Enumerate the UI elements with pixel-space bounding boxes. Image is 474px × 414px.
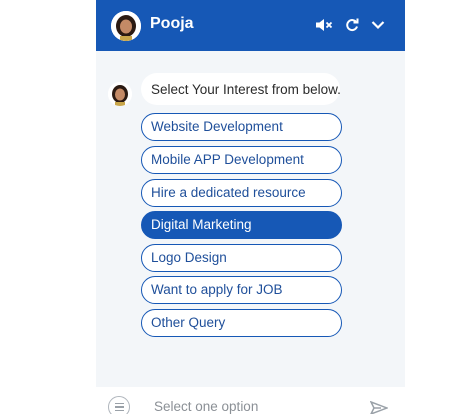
chat-input-bar: Select one option — [96, 387, 405, 414]
chevron-down-icon[interactable] — [368, 15, 388, 35]
chat-header: Pooja — [96, 0, 405, 51]
option-hire-dedicated-resource[interactable]: Hire a dedicated resource — [141, 179, 342, 207]
bot-message-bubble: Select Your Interest from below. — [141, 73, 341, 105]
chat-widget: Pooja Select Your Interest from below. W… — [96, 0, 405, 414]
refresh-icon[interactable] — [342, 15, 362, 35]
option-logo-design[interactable]: Logo Design — [141, 244, 342, 272]
option-website-development[interactable]: Website Development — [141, 113, 342, 141]
agent-name: Pooja — [150, 15, 194, 32]
send-icon[interactable] — [369, 400, 390, 414]
agent-avatar — [111, 11, 141, 41]
chat-input[interactable]: Select one option — [154, 399, 258, 414]
menu-icon[interactable] — [108, 396, 130, 414]
option-other-query[interactable]: Other Query — [141, 309, 342, 337]
option-mobile-app-development[interactable]: Mobile APP Development — [141, 146, 342, 174]
bot-avatar — [108, 82, 132, 106]
mute-icon[interactable] — [314, 15, 334, 35]
option-apply-for-job[interactable]: Want to apply for JOB — [141, 276, 342, 304]
option-digital-marketing[interactable]: Digital Marketing — [141, 211, 342, 239]
